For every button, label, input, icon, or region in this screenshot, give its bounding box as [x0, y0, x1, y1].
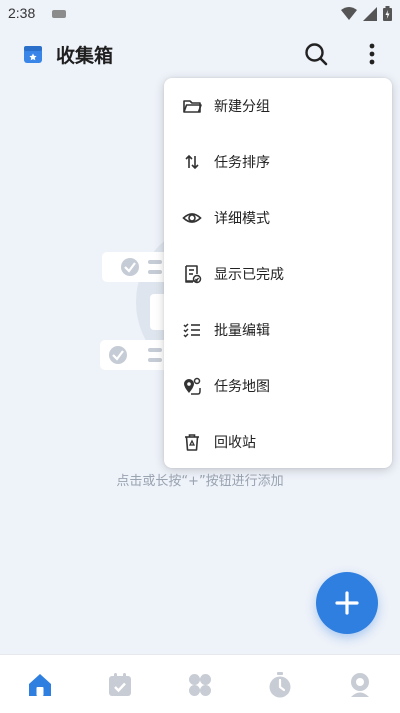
completed-list-icon [185, 265, 202, 284]
menu-item-label: 任务地图 [214, 379, 270, 395]
trash-icon [185, 434, 199, 451]
menu-item-label: 回收站 [214, 435, 256, 451]
sort-icon [185, 154, 199, 170]
page-title: 收集箱 [56, 45, 114, 67]
menu-item-label: 详细模式 [214, 211, 270, 227]
menu-item-detail-mode[interactable]: 详细模式 [164, 190, 392, 246]
inbox-app-icon [24, 46, 42, 63]
eye-icon [182, 213, 202, 223]
menu-item-label: 新建分组 [214, 99, 270, 115]
map-pin-icon [184, 377, 201, 395]
wifi-icon [341, 6, 357, 20]
timer-icon[interactable] [266, 671, 294, 699]
options-menu: 新建分组 任务排序 详细模式 显示已完成 批量编辑 任务地图 回收站 [164, 78, 392, 468]
menu-item-show-completed[interactable]: 显示已完成 [164, 246, 392, 302]
plus-icon [335, 591, 359, 615]
checklist-icon [183, 323, 200, 338]
menu-item-recycle-bin[interactable]: 回收站 [164, 414, 392, 470]
menu-item-label: 批量编辑 [214, 323, 270, 339]
home-icon[interactable] [26, 671, 54, 699]
add-task-button[interactable] [316, 572, 378, 634]
app-header: 收集箱 [0, 28, 400, 84]
menu-item-label: 任务排序 [214, 155, 270, 171]
bottom-nav [0, 654, 400, 713]
battery-icon [383, 6, 392, 21]
menu-item-label: 显示已完成 [214, 267, 284, 283]
signal-icon [363, 6, 377, 21]
menu-item-task-map[interactable]: 任务地图 [164, 358, 392, 414]
status-icons [341, 6, 392, 21]
menu-item-new-group[interactable]: 新建分组 [164, 78, 392, 134]
status-bar: 2:38 [0, 0, 400, 28]
search-icon[interactable] [302, 40, 330, 68]
more-options-icon[interactable] [360, 40, 384, 68]
menu-item-task-sort[interactable]: 任务排序 [164, 134, 392, 190]
menu-item-batch-edit[interactable]: 批量编辑 [164, 302, 392, 358]
empty-state-hint: 点击或长按“+”按钮进行添加 [116, 474, 284, 489]
grid-icon[interactable] [186, 671, 214, 699]
notification-icon [52, 10, 66, 18]
calendar-icon[interactable] [106, 671, 134, 699]
profile-icon[interactable] [346, 671, 374, 699]
status-time: 2:38 [8, 5, 36, 21]
folder-icon [183, 100, 202, 113]
